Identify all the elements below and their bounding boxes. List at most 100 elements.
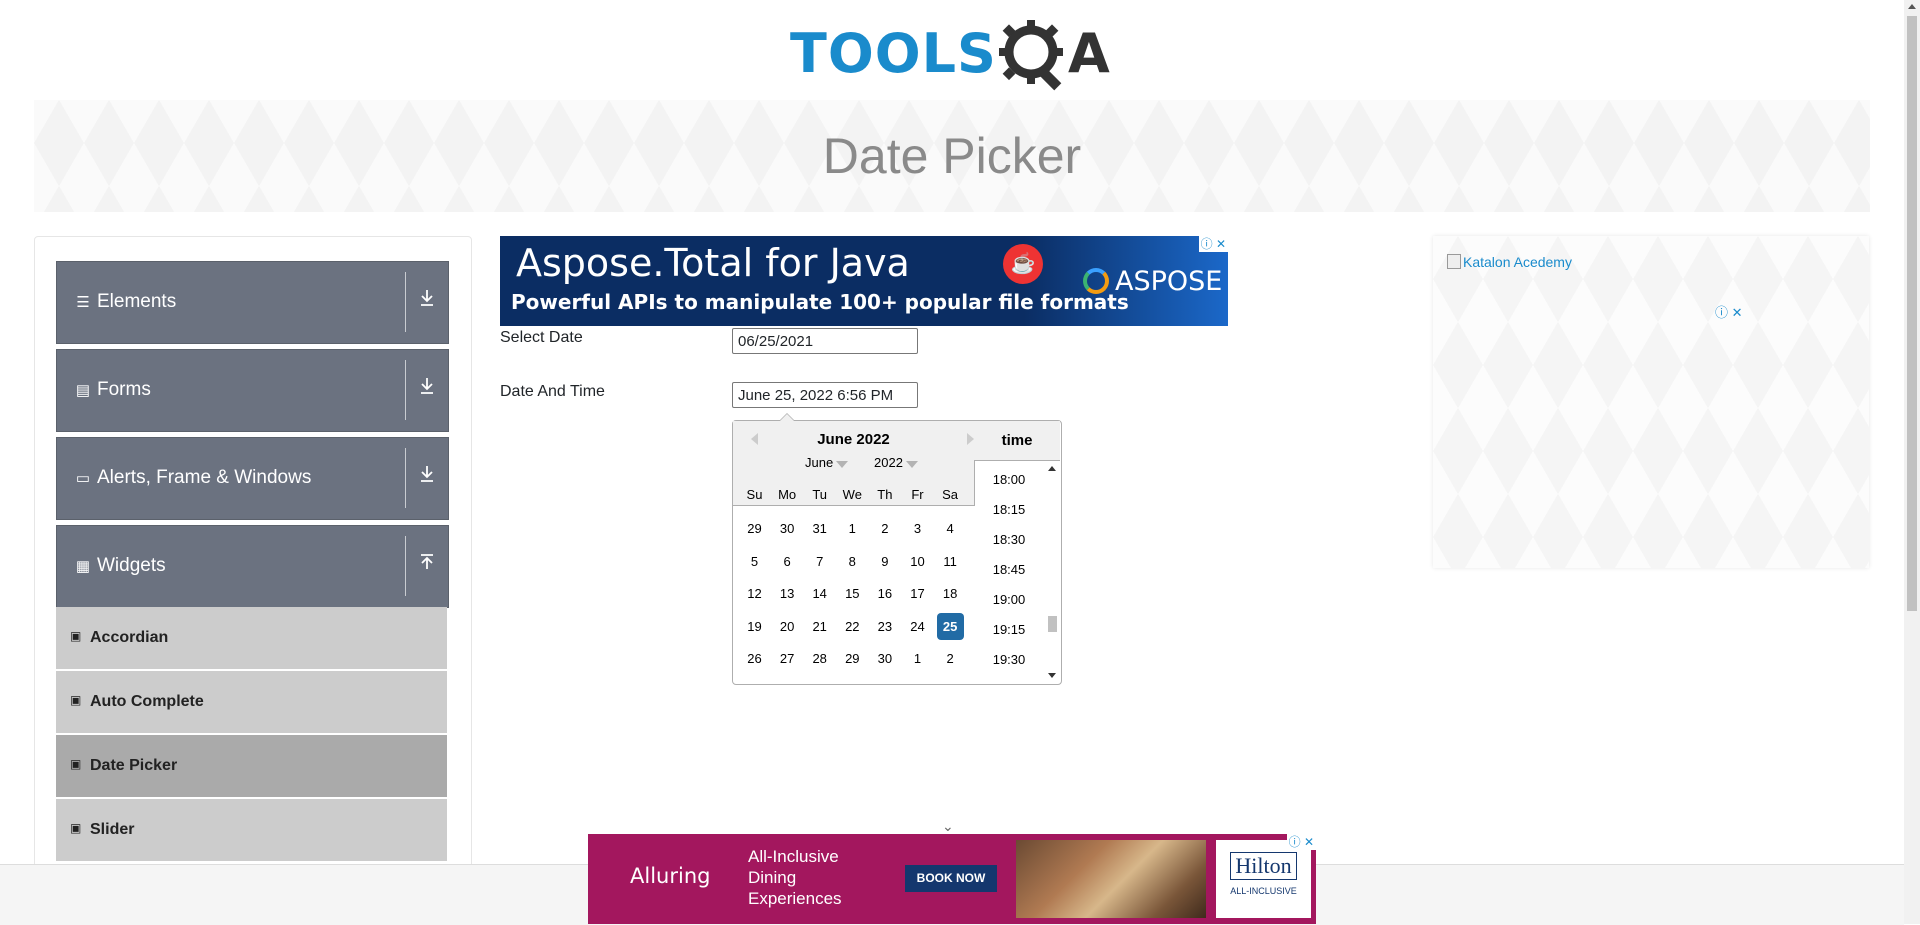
sidebar-group-alerts[interactable]: ▭ Alerts, Frame & Windows (56, 437, 449, 520)
widgets-icon: ▦ (75, 558, 91, 575)
time-option[interactable]: 18:00 (975, 465, 1043, 495)
download-icon[interactable] (416, 289, 438, 311)
download-icon[interactable] (416, 377, 438, 399)
time-option[interactable]: 18:30 (975, 525, 1043, 555)
chevron-down-icon[interactable]: ⌄ (942, 818, 954, 835)
ad-broken-image[interactable]: Katalon Acedemy (1447, 254, 1572, 270)
time-option[interactable]: 19:15 (975, 615, 1043, 645)
day-cell-selected[interactable]: 25 (936, 612, 964, 640)
time-option[interactable]: 19:30 (975, 645, 1043, 675)
day-cell[interactable]: 14 (806, 580, 833, 607)
date-time-label: Date And Time (500, 383, 605, 400)
ad-banner-aspose[interactable]: Aspose.Total for Java ☕ Powerful APIs to… (500, 236, 1228, 326)
day-cell[interactable]: 11 (937, 548, 964, 575)
sidebar-group-elements[interactable]: ☰ Elements (56, 261, 449, 344)
sidebar-group-forms[interactable]: ▤ Forms (56, 349, 449, 432)
day-cell[interactable]: 28 (806, 645, 833, 672)
day-cell[interactable]: 2 (937, 645, 964, 672)
time-list: 18:00 18:15 18:30 18:45 19:00 19:15 19:30 (975, 461, 1060, 683)
sidebar-item-slider[interactable]: ▣ Slider (56, 799, 447, 863)
ad-alt-text: Katalon Acedemy (1463, 254, 1572, 270)
ad-close-icon[interactable]: ⓘ ✕ (1715, 302, 1743, 321)
scroll-down-icon[interactable] (1048, 673, 1056, 678)
day-cell[interactable]: 2 (871, 515, 898, 542)
day-cell[interactable]: 27 (774, 645, 801, 672)
day-cell[interactable]: 1 (904, 645, 931, 672)
time-option[interactable]: 18:45 (975, 555, 1043, 585)
year-dropdown[interactable]: 2022 (874, 455, 918, 470)
weekday-label: Th (877, 487, 893, 502)
scroll-up-icon[interactable] (1908, 4, 1916, 9)
day-cell[interactable]: 23 (871, 613, 898, 640)
day-cell[interactable]: 30 (774, 515, 801, 542)
divider (405, 272, 406, 332)
download-icon[interactable] (416, 465, 438, 487)
day-cell[interactable]: 24 (904, 613, 931, 640)
item-icon: ▣ (70, 629, 82, 643)
hilton-name: Hilton (1230, 852, 1297, 880)
day-cell[interactable]: 20 (774, 613, 801, 640)
page-scrollbar[interactable] (1904, 0, 1920, 924)
sidebar-item-auto-complete[interactable]: ▣ Auto Complete (56, 671, 447, 735)
weekday-label: Tu (812, 487, 828, 502)
ad-banner-hilton[interactable]: Alluring All-Inclusive Dining Experience… (588, 834, 1316, 924)
day-cell[interactable]: 31 (806, 515, 833, 542)
day-cell[interactable]: 29 (741, 515, 768, 542)
sidebar-group-label: Alerts, Frame & Windows (97, 467, 312, 488)
book-now-button[interactable]: BOOK NOW (905, 865, 997, 892)
scroll-thumb[interactable] (1048, 616, 1057, 632)
day-cell[interactable]: 21 (806, 613, 833, 640)
day-cell[interactable]: 1 (839, 515, 866, 542)
hilton-sub: ALL-INCLUSIVE (1230, 886, 1297, 896)
weekday-label: Su (746, 487, 763, 502)
day-cell[interactable]: 29 (839, 645, 866, 672)
day-cell[interactable]: 5 (741, 548, 768, 575)
day-cell[interactable]: 8 (839, 548, 866, 575)
upload-icon[interactable] (416, 553, 438, 575)
day-cell[interactable]: 6 (774, 548, 801, 575)
time-option[interactable]: 18:15 (975, 495, 1043, 525)
month-dropdown-value: June (805, 455, 834, 470)
day-cell[interactable]: 10 (904, 548, 931, 575)
sidebar-item-date-picker[interactable]: ▣ Date Picker (56, 735, 447, 799)
day-cell[interactable]: 7 (806, 548, 833, 575)
day-cell[interactable]: 16 (871, 580, 898, 607)
sidebar-item-accordian[interactable]: ▣ Accordian (56, 607, 447, 671)
page-banner: Date Picker (34, 100, 1870, 212)
ad-brand: ASPOSE (1083, 266, 1222, 297)
time-option[interactable]: 19:00 (975, 585, 1043, 615)
select-date-label: Select Date (500, 329, 583, 346)
calendar-header: June 2022 June 2022 Su Mo Tu We Th Fr Sa (733, 421, 975, 506)
ad-close-icon[interactable]: ⓘ ✕ (1286, 834, 1316, 850)
day-cell[interactable]: 26 (741, 645, 768, 672)
gear-magnifier-icon (999, 20, 1063, 91)
logo-text-tools: TOOLS (790, 22, 997, 85)
sidebar-group-widgets[interactable]: ▦ Widgets (56, 525, 449, 608)
day-cell[interactable]: 9 (871, 548, 898, 575)
divider (405, 536, 406, 596)
day-cell[interactable]: 19 (741, 613, 768, 640)
day-cell[interactable]: 3 (904, 515, 931, 542)
month-dropdown[interactable]: June (805, 455, 849, 470)
day-cell[interactable]: 4 (937, 515, 964, 542)
ad-subline: Powerful APIs to manipulate 100+ popular… (511, 290, 1129, 314)
day-cell[interactable]: 13 (774, 580, 801, 607)
day-cell[interactable]: 18 (937, 580, 964, 607)
time-scrollbar[interactable] (1044, 461, 1060, 683)
ad-close-icon[interactable]: ⓘ ✕ (1198, 236, 1228, 252)
next-month-icon[interactable] (967, 433, 974, 445)
ad-katalon[interactable]: Katalon Acedemy ⓘ ✕ (1433, 236, 1869, 568)
day-cell[interactable]: 22 (839, 613, 866, 640)
aspose-logo-icon (1083, 268, 1109, 294)
day-cell[interactable]: 12 (741, 580, 768, 607)
date-time-input[interactable]: June 25, 2022 6:56 PM (732, 382, 918, 408)
weekday-label: Fr (911, 487, 924, 502)
day-cell[interactable]: 15 (839, 580, 866, 607)
toolsqa-logo[interactable]: TOOLS A (790, 16, 1115, 92)
day-cell[interactable]: 30 (871, 645, 898, 672)
select-date-input[interactable]: 06/25/2021 (732, 328, 918, 354)
day-cell[interactable]: 17 (904, 580, 931, 607)
item-icon: ▣ (70, 821, 82, 835)
scroll-thumb[interactable] (1907, 16, 1917, 611)
scroll-up-icon[interactable] (1048, 466, 1056, 471)
